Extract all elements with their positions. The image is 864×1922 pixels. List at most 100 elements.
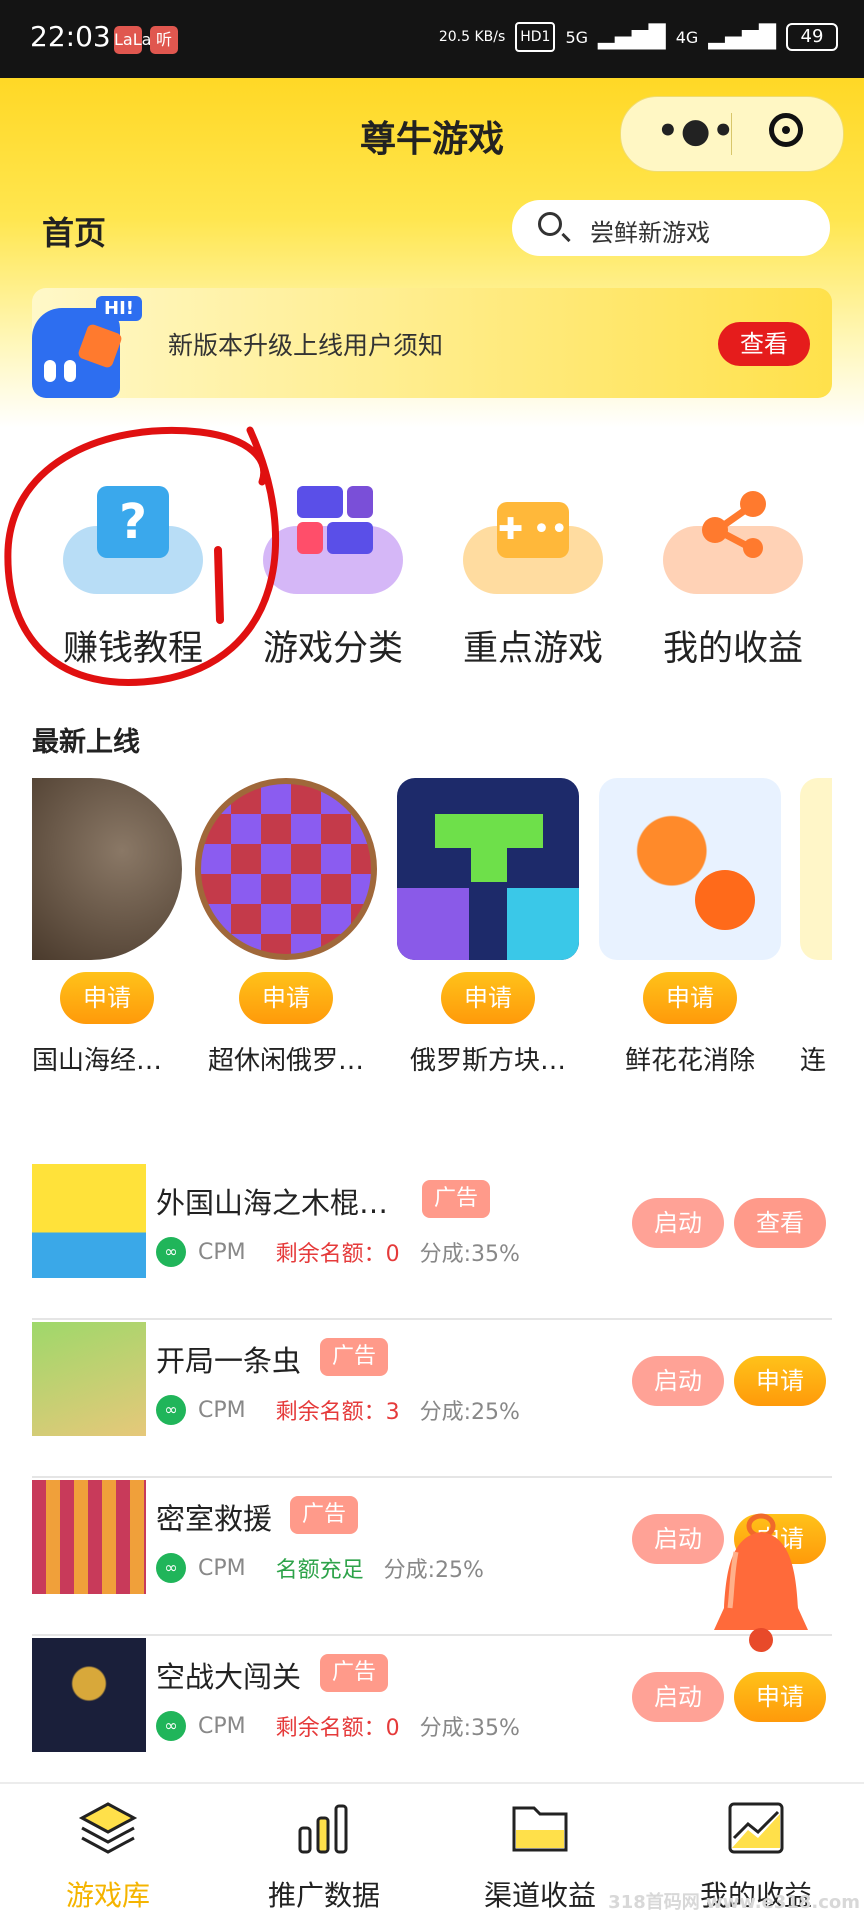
search-icon (538, 212, 562, 236)
latest-game-card[interactable]: 申请 俄罗斯方块… (396, 778, 580, 1077)
link-icon: ∞ (156, 1711, 186, 1741)
quota-label: 剩余名额：0 (275, 1242, 400, 1267)
launch-button[interactable]: 启动 (632, 1198, 724, 1248)
site-watermark: 318首码网 www.e318.com (608, 1892, 860, 1913)
billing-type: CPM (198, 1555, 246, 1581)
game-thumbnail (32, 778, 182, 960)
share-label: 分成:35% (419, 1716, 520, 1741)
game-thumbnail (195, 778, 377, 960)
quota-label: 名额充足 (275, 1558, 364, 1583)
table-row[interactable]: 开局一条虫 广告 ∞ CPM 剩余名额：3 分成:25% 启动 申请 (32, 1318, 832, 1478)
game-title: 开局一条虫 (156, 1344, 302, 1378)
signal-5g-icon: 5G (565, 27, 589, 47)
close-target-icon[interactable] (769, 113, 803, 147)
game-meta: ∞ CPM 剩余名额：0 分成:35% (156, 1710, 520, 1742)
game-meta: ∞ CPM 名额充足 分成:25% (156, 1552, 484, 1584)
entry-label: 我的收益 (662, 629, 803, 669)
latest-game-card[interactable]: 申请 超休闲俄罗… (194, 778, 378, 1077)
game-icon (32, 1638, 146, 1752)
share-label: 分成:25% (383, 1558, 484, 1583)
status-time: 22:03 (30, 20, 111, 53)
miniapp-capsule[interactable]: •●• (620, 96, 844, 172)
link-icon: ∞ (156, 1237, 186, 1267)
apply-button[interactable]: 申请 (441, 972, 535, 1024)
latest-game-card[interactable]: 连 (800, 778, 832, 1077)
ad-tag: 广告 (422, 1180, 491, 1218)
notice-banner[interactable]: HI! 新版本升级上线用户须知 查看 (32, 288, 832, 398)
nav-promo-data[interactable]: 推广数据 (216, 1800, 432, 1914)
entry-key-games[interactable]: ✚ •• 重点游戏 (448, 488, 618, 671)
gamepad-icon: ✚ •• (497, 502, 569, 558)
hi-bubble: HI! (96, 296, 142, 321)
quota-label: 剩余名额：0 (275, 1716, 400, 1741)
signal-4g-icon: 4G (675, 27, 699, 47)
more-dots-icon[interactable]: •●• (657, 111, 736, 151)
billing-type: CPM (198, 1713, 246, 1739)
lala-app-icon: LaLa (114, 26, 151, 54)
notice-view-button[interactable]: 查看 (718, 322, 810, 366)
ad-tag: 广告 (290, 1496, 359, 1534)
nav-label: 游戏库 (65, 1879, 150, 1912)
apply-button[interactable]: 申请 (734, 1672, 826, 1722)
battery-icon: 49 (786, 23, 838, 51)
listen-app-icon: 听 (150, 26, 178, 54)
billing-type: CPM (198, 1239, 246, 1265)
view-button[interactable]: 查看 (734, 1198, 826, 1248)
game-title: 密室救援 (156, 1502, 273, 1536)
launch-button[interactable]: 启动 (632, 1672, 724, 1722)
game-name: 国山海经… (32, 1046, 163, 1076)
net-speed-label: 20.5 KB/s (438, 29, 506, 45)
latest-section-title: 最新上线 (32, 727, 140, 758)
apply-button[interactable]: 申请 (60, 972, 154, 1024)
game-name: 鲜花花消除 (624, 1046, 755, 1076)
apply-button[interactable]: 申请 (643, 972, 737, 1024)
apply-button[interactable]: 申请 (734, 1356, 826, 1406)
entry-blob: ✚ •• (463, 502, 603, 594)
capsule-divider (731, 113, 732, 155)
entry-blob (663, 491, 803, 594)
game-thumbnail (800, 778, 832, 960)
nav-game-library[interactable]: 游戏库 (0, 1800, 216, 1914)
search-input[interactable]: 尝鲜新游戏 (512, 200, 830, 256)
game-name: 连 (800, 1046, 827, 1076)
stack-layers-icon (78, 1802, 138, 1854)
game-title: 外国山海之木棍… (156, 1186, 389, 1220)
game-icon (32, 1322, 146, 1436)
entry-label: 重点游戏 (462, 629, 603, 669)
quota-label: 剩余名额：3 (275, 1400, 400, 1425)
apply-button[interactable]: 申请 (239, 972, 333, 1024)
ad-tag: 广告 (320, 1654, 389, 1692)
link-icon: ∞ (156, 1395, 186, 1425)
notice-text: 新版本升级上线用户须知 (168, 331, 444, 360)
game-name: 超休闲俄罗… (207, 1046, 364, 1076)
signal-bars-icon: ▂▄▆█ (708, 24, 776, 50)
hd-icon: HD1 (515, 22, 556, 52)
bar-chart-icon (298, 1804, 348, 1854)
entry-my-earnings[interactable]: 我的收益 (648, 488, 818, 671)
share-nodes-icon (702, 491, 766, 558)
billing-type: CPM (198, 1397, 246, 1423)
red-circle-annotation (4, 426, 279, 686)
ad-tag: 广告 (320, 1338, 389, 1376)
launch-button[interactable]: 启动 (632, 1356, 724, 1406)
category-grid-icon (297, 486, 373, 558)
nav-label: 推广数据 (267, 1879, 380, 1912)
game-icon (32, 1164, 146, 1278)
search-placeholder: 尝鲜新游戏 (590, 219, 710, 247)
link-icon: ∞ (156, 1553, 186, 1583)
game-meta: ∞ CPM 剩余名额：0 分成:35% (156, 1236, 520, 1268)
game-thumbnail (599, 778, 781, 960)
latest-game-card[interactable]: 申请 国山海经… (32, 778, 182, 1077)
game-thumbnail (397, 778, 579, 960)
game-title: 空战大闯关 (156, 1660, 302, 1694)
bell-icon[interactable] (706, 1512, 816, 1662)
game-meta: ∞ CPM 剩余名额：3 分成:25% (156, 1394, 520, 1426)
signal-bars-icon: ▂▄▆█ (598, 24, 666, 50)
table-row[interactable]: 外国山海之木棍… 广告 ∞ CPM 剩余名额：0 分成:35% 启动 查看 (32, 1160, 832, 1320)
trend-chart-icon (728, 1802, 784, 1854)
latest-game-card[interactable]: 申请 鲜花花消除 (598, 778, 782, 1077)
folder-icon (512, 1806, 568, 1852)
page-title: 首页 (42, 214, 107, 252)
game-name: 俄罗斯方块… (409, 1046, 566, 1076)
status-indicators: 20.5 KB/s HD1 5G ▂▄▆█ 4G ▂▄▆█ 49 (439, 22, 838, 52)
